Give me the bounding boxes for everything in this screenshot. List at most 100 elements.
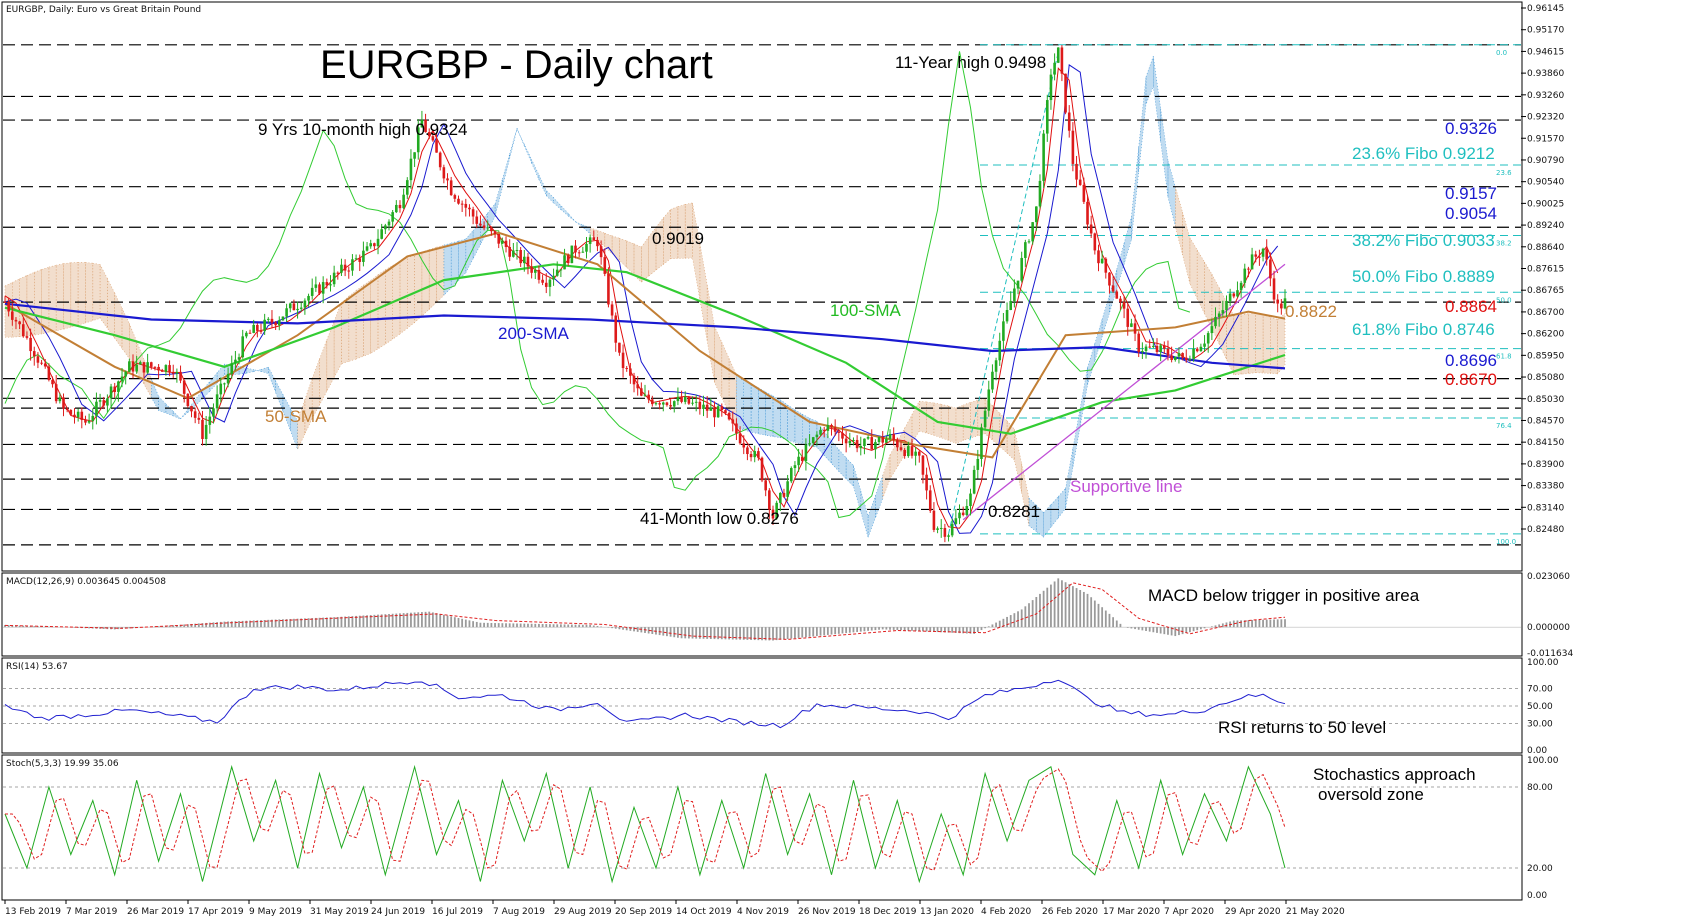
candle-body bbox=[234, 359, 237, 364]
candle-body bbox=[544, 282, 548, 287]
candle-body bbox=[252, 324, 255, 333]
x-tick-label: 24 Jun 2019 bbox=[371, 907, 425, 917]
x-tick-label: 21 May 2020 bbox=[1286, 907, 1345, 917]
candle-body bbox=[581, 251, 585, 253]
candle-body bbox=[603, 257, 607, 274]
candle-body bbox=[753, 451, 757, 458]
candle-body bbox=[976, 458, 980, 470]
candle-body bbox=[190, 406, 193, 412]
x-tick-label: 26 Nov 2019 bbox=[798, 907, 856, 917]
x-tick-label: 17 Mar 2020 bbox=[1103, 907, 1160, 917]
y-tick-label: 0.85080 bbox=[1527, 373, 1564, 383]
candle-body bbox=[391, 212, 394, 222]
candle-body bbox=[413, 152, 416, 159]
candle-body bbox=[58, 397, 62, 402]
candle-body bbox=[585, 243, 588, 252]
rsi-tick-label: 50.00 bbox=[1527, 702, 1553, 712]
candle-body bbox=[219, 383, 223, 395]
candle-body bbox=[1056, 47, 1060, 63]
candle-body bbox=[618, 342, 621, 353]
candle-body bbox=[307, 295, 310, 301]
candle-body bbox=[800, 456, 804, 461]
candle-body bbox=[95, 401, 98, 416]
candle-body bbox=[482, 225, 486, 229]
candle-body bbox=[892, 434, 895, 441]
candle-body bbox=[588, 237, 592, 244]
candle-body bbox=[113, 386, 117, 392]
candle-body bbox=[731, 419, 735, 424]
y-tick-label: 0.91570 bbox=[1527, 134, 1564, 144]
x-tick-label: 7 Aug 2019 bbox=[493, 907, 545, 917]
candle-body bbox=[11, 311, 14, 320]
candle-body bbox=[1071, 130, 1075, 164]
candle-body bbox=[336, 272, 340, 274]
candle-body bbox=[80, 411, 84, 421]
candle-body bbox=[943, 527, 947, 537]
candle-body bbox=[676, 396, 680, 402]
candle-body bbox=[932, 510, 936, 530]
candle-body bbox=[651, 399, 654, 405]
candle-body bbox=[947, 535, 950, 537]
candle-body bbox=[764, 480, 767, 491]
candle-body bbox=[793, 465, 797, 469]
candle-body bbox=[1038, 180, 1042, 207]
candle-body bbox=[669, 405, 672, 407]
candle-body bbox=[14, 319, 18, 322]
cloud-segment bbox=[341, 295, 350, 365]
y-tick-label: 0.87615 bbox=[1527, 265, 1564, 275]
candle-body bbox=[245, 332, 248, 337]
fibo-tag: 23.6 bbox=[1496, 169, 1512, 177]
candle-body bbox=[961, 512, 965, 516]
cloud-segment bbox=[63, 262, 72, 330]
candle-body bbox=[570, 245, 574, 264]
candle-body bbox=[197, 417, 201, 420]
cloud-segment bbox=[1277, 312, 1286, 375]
candle-body bbox=[903, 449, 906, 457]
candle-body bbox=[1119, 298, 1122, 302]
candle-body bbox=[299, 307, 303, 309]
annotation-macd: MACD below trigger in positive area bbox=[1148, 586, 1420, 605]
candle-body bbox=[395, 204, 398, 213]
candle-body bbox=[160, 370, 164, 372]
candle-body bbox=[84, 420, 87, 423]
candle-body bbox=[819, 429, 822, 435]
candle-body bbox=[270, 318, 274, 323]
candle-body bbox=[446, 178, 449, 181]
rsi-header: RSI(14) 53.67 bbox=[6, 662, 68, 672]
candle-body bbox=[852, 439, 855, 442]
candle-body bbox=[468, 207, 471, 210]
candle-body bbox=[888, 434, 892, 439]
candle-body bbox=[877, 437, 881, 443]
candle-body bbox=[1035, 206, 1038, 223]
cloud-segment bbox=[41, 266, 50, 335]
candle-body bbox=[87, 420, 91, 423]
candle-body bbox=[230, 363, 234, 374]
candle-body bbox=[384, 225, 387, 230]
candle-body bbox=[994, 360, 998, 372]
candle-body bbox=[40, 362, 43, 364]
candle-body bbox=[958, 512, 961, 519]
candle-body bbox=[1206, 333, 1210, 344]
candle-body bbox=[1002, 321, 1005, 341]
candle-body bbox=[18, 321, 21, 325]
candle-body bbox=[789, 468, 793, 482]
candle-body bbox=[47, 366, 51, 380]
cloud-segment bbox=[363, 279, 372, 357]
candle-body bbox=[1272, 278, 1276, 300]
candle-body bbox=[808, 443, 811, 445]
candle-body bbox=[1203, 343, 1206, 347]
candle-body bbox=[69, 409, 73, 415]
candle-body bbox=[1108, 272, 1111, 286]
candle-body bbox=[768, 490, 771, 510]
candle-body bbox=[1261, 248, 1265, 257]
level-0.9326: 0.9326 bbox=[1445, 119, 1497, 138]
candle-body bbox=[1217, 313, 1221, 317]
candle-body bbox=[1166, 348, 1170, 356]
candle-body bbox=[457, 198, 460, 204]
candle-body bbox=[1133, 323, 1137, 334]
annotation-rsi: RSI returns to 50 level bbox=[1218, 718, 1386, 737]
candle-body bbox=[241, 336, 245, 358]
candle-body bbox=[910, 446, 914, 456]
candle-body bbox=[709, 407, 713, 411]
candle-body bbox=[629, 368, 632, 376]
